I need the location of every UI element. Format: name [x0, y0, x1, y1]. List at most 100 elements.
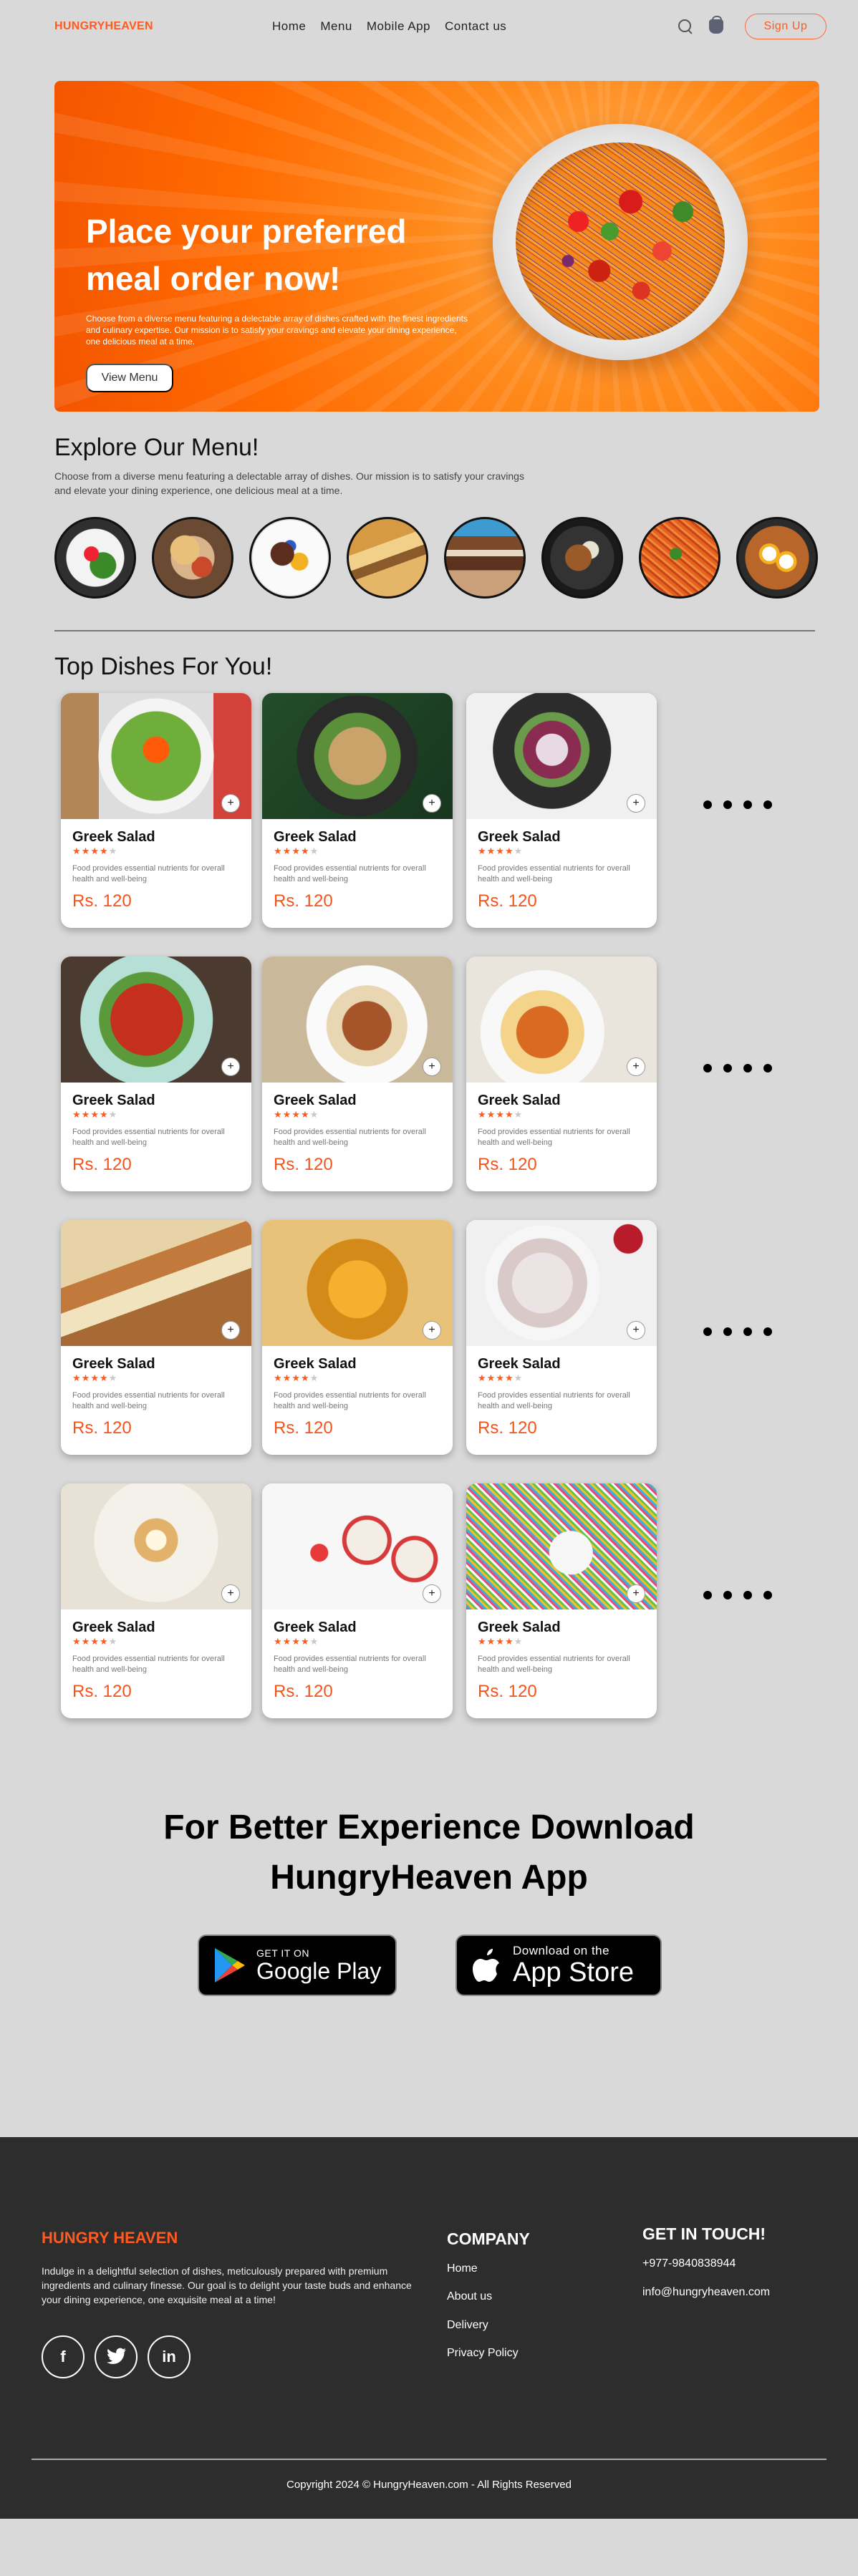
dish-description: Food provides essential nutrients for ov… — [478, 1128, 630, 1147]
dish-card[interactable]: + Greek Salad ★★★★★ Food provides essential… — [466, 693, 657, 928]
footer-link-about-us[interactable]: About us — [447, 2290, 492, 2303]
footer-link-privacy-policy[interactable]: Privacy Policy — [447, 2347, 519, 2360]
footer-link-home[interactable]: Home — [447, 2262, 478, 2275]
dot-indicator[interactable] — [763, 800, 772, 809]
dish-price: Rs. 120 — [274, 1155, 333, 1174]
dish-card[interactable]: + Greek Salad ★★★★★ Food provides essential… — [466, 1483, 657, 1718]
star-icon: ★ — [108, 1372, 118, 1383]
dot-indicator[interactable] — [703, 800, 712, 809]
dish-card[interactable]: + Greek Salad ★★★★★ Food provides essential… — [61, 1220, 251, 1455]
twitter-icon[interactable] — [95, 2335, 138, 2378]
star-icon: ★ — [99, 1636, 109, 1647]
add-icon[interactable]: + — [423, 1057, 441, 1076]
nav-link-mobile-app[interactable]: Mobile App — [367, 19, 430, 34]
dot-indicator[interactable] — [723, 800, 732, 809]
nav-link-menu[interactable]: Menu — [320, 19, 352, 34]
dot-indicator[interactable] — [743, 1591, 752, 1599]
add-icon[interactable]: + — [221, 794, 240, 813]
app-store-label: App Store — [513, 1957, 634, 1987]
dot-indicator[interactable] — [703, 1327, 712, 1336]
dot-indicator[interactable] — [743, 1064, 752, 1072]
star-icon: ★ — [90, 846, 100, 856]
dot-indicator[interactable] — [763, 1064, 772, 1072]
add-icon[interactable]: + — [423, 1321, 441, 1340]
dish-card[interactable]: + Greek Salad ★★★★★ Food provides essential… — [466, 957, 657, 1191]
star-icon: ★ — [300, 1636, 310, 1647]
nav-icons — [678, 16, 723, 34]
dish-card[interactable]: + Greek Salad ★★★★★ Food provides essential… — [262, 1220, 453, 1455]
add-icon[interactable]: + — [627, 1321, 645, 1340]
cart-icon[interactable] — [709, 16, 723, 34]
row-scroll-dots[interactable] — [703, 1064, 772, 1072]
dot-indicator[interactable] — [763, 1327, 772, 1336]
menu-category-sandwich[interactable] — [347, 517, 428, 599]
dish-card[interactable]: + Greek Salad ★★★★★ Food provides essential… — [61, 957, 251, 1191]
row-scroll-dots[interactable] — [703, 1327, 772, 1336]
add-icon[interactable]: + — [221, 1584, 240, 1603]
view-menu-button[interactable]: View Menu — [86, 364, 173, 392]
row-scroll-dots[interactable] — [703, 1591, 772, 1599]
dish-name: Greek Salad — [478, 1619, 561, 1635]
star-icon: ★ — [72, 1636, 82, 1647]
menu-category-desserts[interactable] — [249, 517, 331, 599]
dot-indicator[interactable] — [703, 1064, 712, 1072]
menu-category-salad[interactable] — [54, 517, 136, 599]
facebook-icon[interactable]: f — [42, 2335, 85, 2378]
app-store-button[interactable]: Download on the App Store — [455, 1935, 662, 1996]
sign-up-button[interactable]: Sign Up — [745, 14, 826, 39]
star-icon: ★ — [309, 1636, 319, 1647]
google-play-button[interactable]: GET IT ON Google Play — [198, 1935, 397, 1996]
menu-category-cake[interactable] — [444, 517, 526, 599]
star-icon: ★ — [300, 1372, 310, 1383]
add-icon[interactable]: + — [423, 794, 441, 813]
search-icon[interactable] — [678, 19, 693, 34]
dot-indicator[interactable] — [723, 1064, 732, 1072]
google-play-icon — [215, 1948, 245, 1982]
add-icon[interactable]: + — [221, 1321, 240, 1340]
company-title: COMPANY — [447, 2229, 530, 2248]
add-icon[interactable]: + — [423, 1584, 441, 1603]
nav-link-contact-us[interactable]: Contact us — [445, 19, 506, 34]
dish-price: Rs. 120 — [274, 1682, 333, 1701]
social-links: f in — [42, 2335, 191, 2378]
dish-rating: ★★★★★ — [274, 1372, 319, 1384]
dish-card[interactable]: + Greek Salad ★★★★★ Food provides essential… — [262, 693, 453, 928]
dot-indicator[interactable] — [743, 800, 752, 809]
dot-indicator[interactable] — [703, 1591, 712, 1599]
star-icon: ★ — [291, 846, 301, 856]
dish-card[interactable]: + Greek Salad ★★★★★ Food provides essential… — [262, 1483, 453, 1718]
contact-email[interactable]: info@hungryheaven.com — [642, 2286, 770, 2299]
menu-category-pasta[interactable] — [639, 517, 720, 599]
dot-indicator[interactable] — [743, 1327, 752, 1336]
star-icon: ★ — [486, 1372, 496, 1383]
menu-category-pure-veg[interactable] — [541, 517, 623, 599]
copyright-text: Copyright 2024 © HungryHeaven.com - All … — [286, 2479, 572, 2491]
add-icon[interactable]: + — [627, 794, 645, 813]
add-icon[interactable]: + — [627, 1057, 645, 1076]
linkedin-icon[interactable]: in — [148, 2335, 191, 2378]
row-scroll-dots[interactable] — [703, 800, 772, 809]
dish-card[interactable]: + Greek Salad ★★★★★ Food provides essential… — [61, 1483, 251, 1718]
footer-link-delivery[interactable]: Delivery — [447, 2319, 488, 2332]
dish-card[interactable]: + Greek Salad ★★★★★ Food provides essential… — [262, 957, 453, 1191]
nav-link-home[interactable]: Home — [272, 19, 306, 34]
dot-indicator[interactable] — [763, 1591, 772, 1599]
star-icon: ★ — [282, 1372, 292, 1383]
star-icon: ★ — [291, 1636, 301, 1647]
dish-rating: ★★★★★ — [478, 846, 523, 857]
menu-category-noodles[interactable] — [736, 517, 818, 599]
menu-category-list — [54, 517, 818, 599]
hero-salad-plate-image — [493, 124, 748, 360]
dish-card[interactable]: + Greek Salad ★★★★★ Food provides essential… — [61, 693, 251, 928]
menu-category-rolls[interactable] — [152, 517, 233, 599]
dot-indicator[interactable] — [723, 1591, 732, 1599]
dish-card[interactable]: + Greek Salad ★★★★★ Food provides essential… — [466, 1220, 657, 1455]
add-icon[interactable]: + — [221, 1057, 240, 1076]
star-icon: ★ — [514, 1372, 524, 1383]
add-icon[interactable]: + — [627, 1584, 645, 1603]
dot-indicator[interactable] — [723, 1327, 732, 1336]
star-icon: ★ — [478, 846, 487, 856]
star-icon: ★ — [274, 1636, 283, 1647]
contact-phone[interactable]: +977-9840838944 — [642, 2257, 736, 2270]
brand-logo[interactable]: HUNGRYHEAVEN — [54, 20, 153, 33]
